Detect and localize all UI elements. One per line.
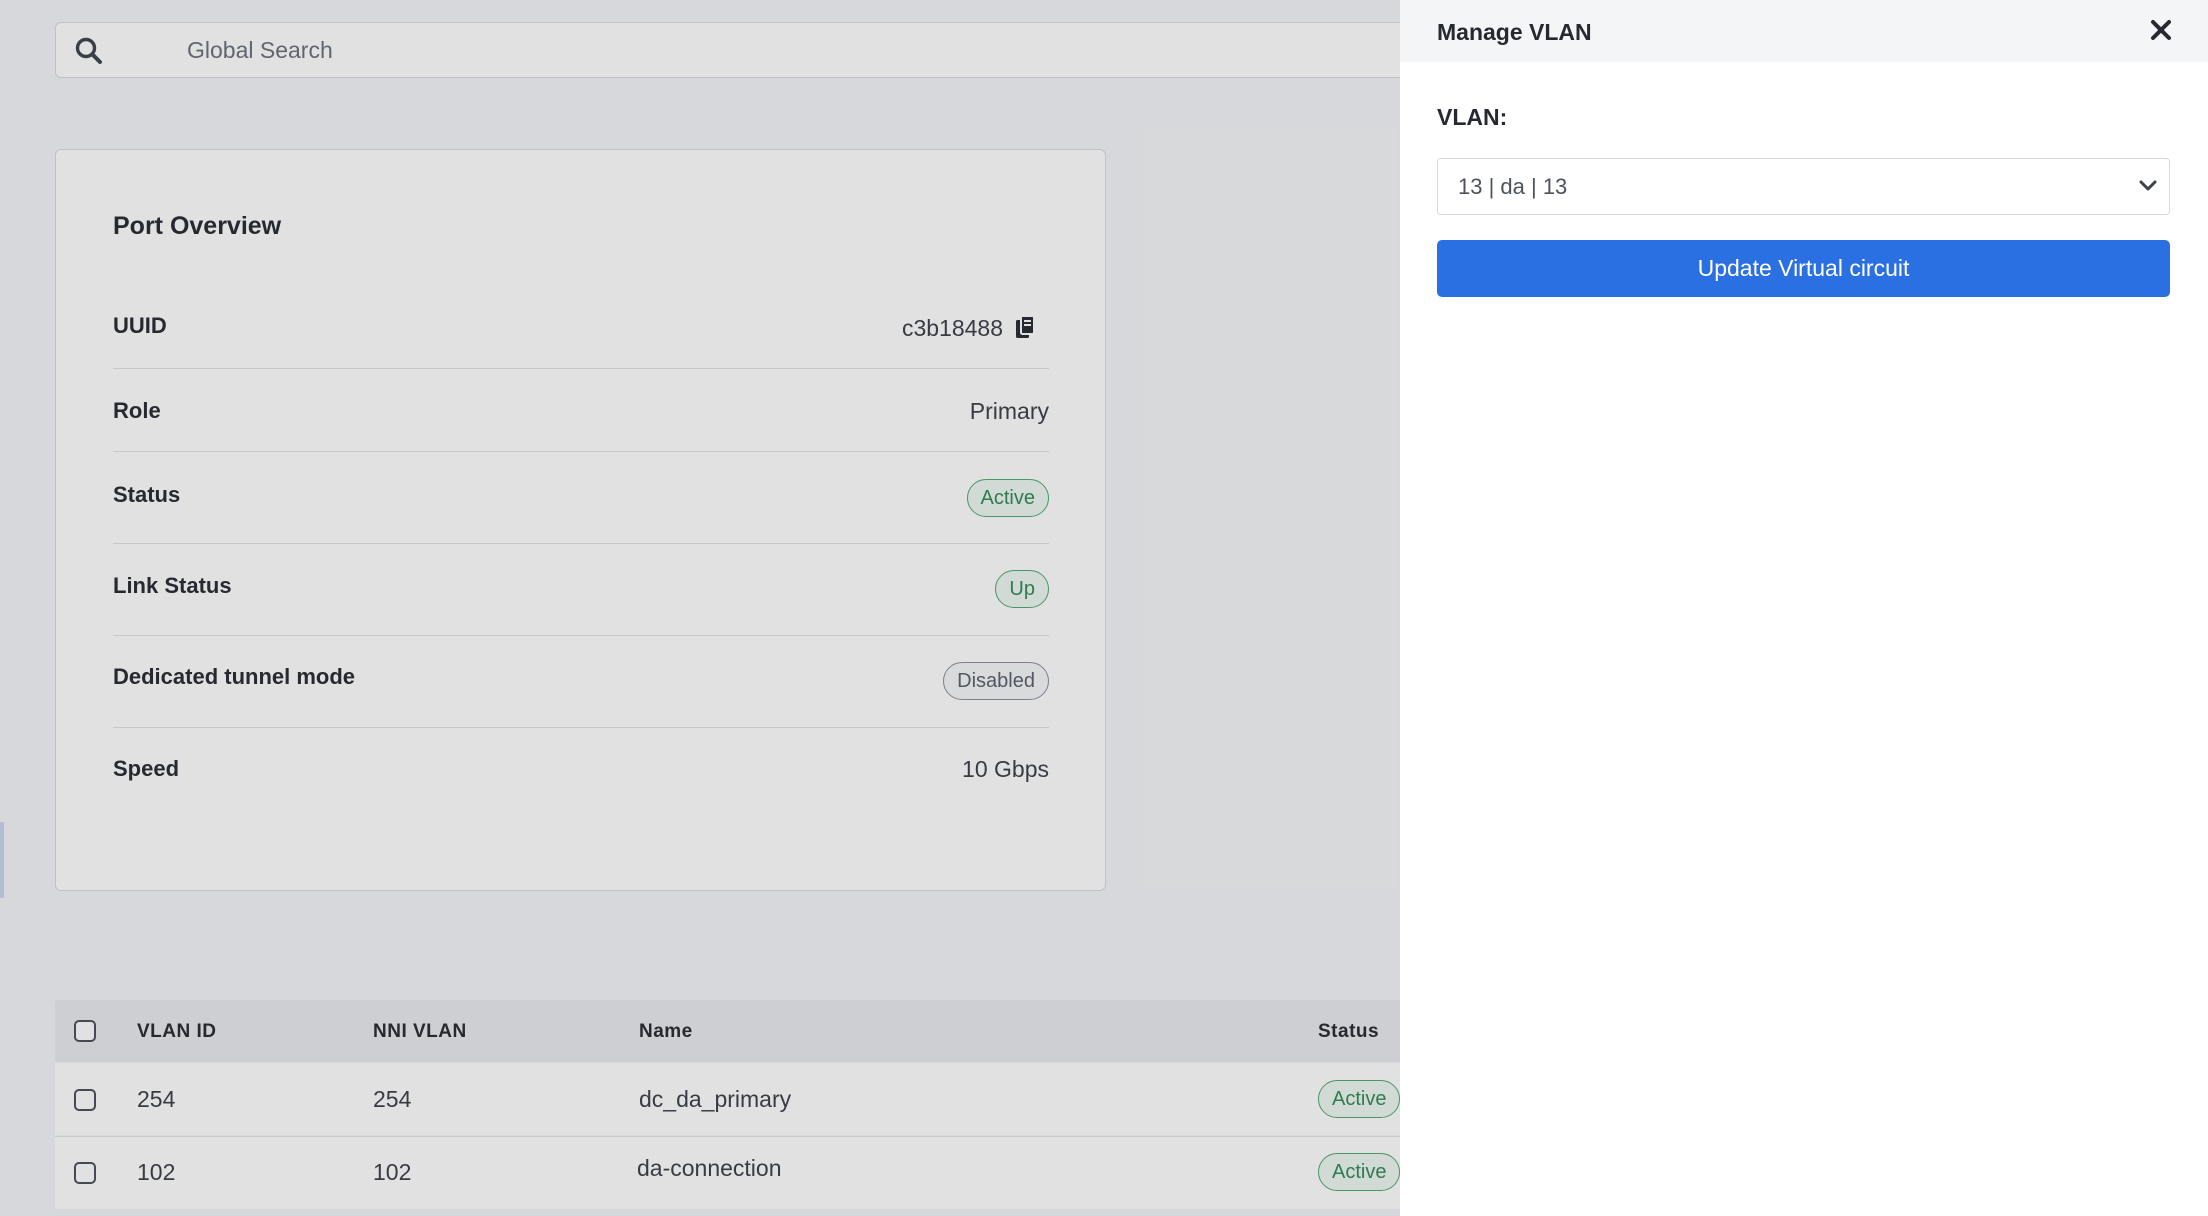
close-icon[interactable] [2150,19,2172,41]
drawer-header: Manage VLAN [1400,0,2208,62]
vlan-selected-value: 13 | da | 13 [1458,174,1568,199]
vlan-field-label: VLAN: [1437,104,1508,130]
vlan-select[interactable]: 13 | da | 13 [1437,158,2170,215]
drawer-title: Manage VLAN [1437,19,1592,45]
chevron-down-icon [2139,180,2157,191]
update-virtual-circuit-button[interactable]: Update Virtual circuit [1437,240,2170,297]
manage-vlan-drawer: Manage VLAN VLAN: 13 | da | 13 Update Vi… [1400,0,2208,1216]
